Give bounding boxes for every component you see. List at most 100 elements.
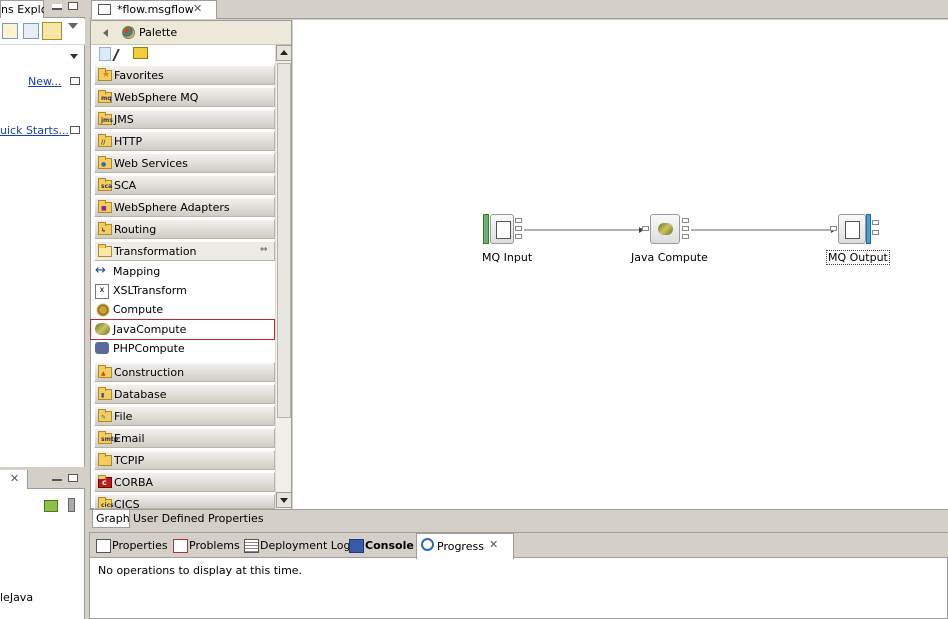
deployment-log-tab[interactable]: Deployment Log xyxy=(240,535,350,557)
properties-tab-label: Properties xyxy=(112,539,168,552)
editor-tab-flow[interactable]: *flow.msgflow ✕ xyxy=(91,0,217,19)
properties-icon xyxy=(96,539,111,553)
select-tool-icon[interactable] xyxy=(99,47,111,61)
palette-category-file[interactable]: ✎ File xyxy=(94,406,275,426)
quick-starts-link[interactable]: uick Starts... xyxy=(0,124,69,137)
palette-category-routing[interactable]: ↳ Routing xyxy=(94,219,275,239)
properties-tab[interactable]: Properties xyxy=(92,535,168,557)
progress-empty-message: No operations to display at this time. xyxy=(98,564,303,577)
palette-category-label: File xyxy=(114,410,133,423)
web-services-folder-icon: ● xyxy=(98,156,112,169)
palette-category-email[interactable]: smtp Email xyxy=(94,428,275,448)
palette-title: Palette xyxy=(139,26,178,39)
palette-category-cics[interactable]: cics CICS xyxy=(94,494,275,509)
compute-icon xyxy=(95,303,111,317)
palette-category-database[interactable]: ▮ Database xyxy=(94,384,275,404)
palette-category-construction[interactable]: ▲ Construction xyxy=(94,362,275,382)
maximize-icon[interactable] xyxy=(68,2,78,10)
minimize-icon[interactable] xyxy=(52,475,62,481)
progress-tab-label: Progress xyxy=(437,540,484,553)
scroll-up-icon[interactable] xyxy=(276,45,292,61)
terminal-icon xyxy=(515,226,522,231)
palette-item-mapping[interactable]: ↔ Mapping xyxy=(94,263,275,281)
close-icon[interactable]: ✕ xyxy=(489,538,498,551)
terminal-icon xyxy=(642,226,649,231)
link-editor-icon[interactable] xyxy=(42,22,62,40)
mq-output-node[interactable] xyxy=(830,214,880,246)
view-menu-icon[interactable] xyxy=(68,23,78,29)
left-bottom-tab[interactable]: ✕ xyxy=(0,470,28,489)
left-view-top: ns Explor New... uick Starts... xyxy=(0,0,85,467)
scroll-thumb[interactable] xyxy=(277,63,291,418)
mq-folder-icon: mq xyxy=(98,90,112,103)
palette-item-label: JavaCompute xyxy=(113,323,187,336)
terminal-icon xyxy=(682,226,689,231)
section-maximize-icon[interactable] xyxy=(70,77,80,85)
mq-input-node[interactable] xyxy=(483,214,525,246)
terminal-icon xyxy=(830,226,837,231)
progress-tab[interactable]: Progress ✕ xyxy=(416,533,514,559)
palette-category-corba[interactable]: c CORBA xyxy=(94,472,275,492)
problems-tab[interactable]: Problems xyxy=(169,535,240,557)
terminal-icon xyxy=(515,234,522,239)
palette-item-compute[interactable]: Compute xyxy=(94,301,275,319)
palette-category-web-services[interactable]: ● Web Services xyxy=(94,153,275,173)
terminal-icon xyxy=(872,220,879,225)
palette-category-http[interactable]: // HTTP xyxy=(94,131,275,151)
palette-scrollbar[interactable] xyxy=(275,45,292,509)
minimize-icon[interactable] xyxy=(52,4,62,10)
palette-category-tcpip[interactable]: TCPIP xyxy=(94,450,275,470)
close-icon[interactable]: ✕ xyxy=(193,2,202,15)
palette-category-websphere-adapters[interactable]: ■ WebSphere Adapters xyxy=(94,197,275,217)
udp-tab-label: User Defined Properties xyxy=(133,512,264,525)
left-view-bottom: ✕ leJava xyxy=(0,470,85,619)
scroll-down-icon[interactable] xyxy=(276,492,292,508)
user-defined-properties-tab[interactable]: User Defined Properties xyxy=(130,510,264,528)
database-folder-icon: ▮ xyxy=(98,387,112,400)
palette-category-label: WebSphere MQ xyxy=(114,91,199,104)
close-icon[interactable]: ✕ xyxy=(10,472,19,485)
dropdown-icon[interactable] xyxy=(70,54,78,59)
palette-item-label: Mapping xyxy=(113,265,161,278)
routing-folder-icon: ↳ xyxy=(98,222,112,235)
palette-category-websphere-mq[interactable]: mq WebSphere MQ xyxy=(94,87,275,107)
sash-vertical[interactable] xyxy=(85,0,89,619)
problems-icon xyxy=(173,539,188,553)
palette-category-label: JMS xyxy=(114,113,134,126)
drag-handle-icon[interactable]: ⇔ xyxy=(260,245,268,255)
palette-category-favorites[interactable]: ★ Favorites xyxy=(94,65,275,85)
stop-server-icon[interactable] xyxy=(68,498,75,512)
graph-tab[interactable]: Graph xyxy=(92,510,130,528)
maximize-icon[interactable] xyxy=(68,474,78,482)
section-maximize-icon[interactable] xyxy=(70,126,80,134)
msgflow-file-icon xyxy=(98,4,111,15)
mq-input-icon xyxy=(490,214,514,244)
php-compute-icon xyxy=(95,342,109,354)
palette-item-xsltransform[interactable]: x XSLTransform xyxy=(94,282,275,300)
collapse-all-icon[interactable] xyxy=(23,23,39,39)
refresh-icon[interactable] xyxy=(2,23,18,39)
palette-item-label: XSLTransform xyxy=(113,284,187,297)
palette-item-phpcompute[interactable]: PHPCompute xyxy=(94,340,275,358)
mq-output-label: MQ Output xyxy=(826,250,890,265)
palette-item-javacompute[interactable]: JavaCompute xyxy=(90,319,275,340)
note-tool-icon[interactable] xyxy=(133,47,148,59)
flow-canvas[interactable]: MQ Input Java Compute MQ Output xyxy=(293,20,948,509)
palette-category-transformation[interactable]: Transformation ⇔ xyxy=(94,241,275,261)
new-link[interactable]: New... xyxy=(28,75,61,88)
java-compute-node-icon xyxy=(650,214,680,244)
palette-category-jms[interactable]: jms JMS xyxy=(94,109,275,129)
palette-category-label: SCA xyxy=(114,179,137,192)
java-compute-node[interactable] xyxy=(642,214,692,246)
mq-input-label: MQ Input xyxy=(482,251,533,264)
connection-tool-icon[interactable] xyxy=(112,49,126,61)
palette-category-label: Transformation xyxy=(114,245,197,258)
left-view-tabbar-bg xyxy=(44,0,85,18)
palette-collapse-icon[interactable] xyxy=(103,29,108,37)
palette-category-sca[interactable]: sca SCA xyxy=(94,175,275,195)
palette-category-label: Web Services xyxy=(114,157,188,170)
console-tab[interactable]: Console xyxy=(345,535,415,557)
publish-icon[interactable] xyxy=(44,500,58,512)
project-explorer-tab[interactable]: ns Explor xyxy=(0,0,52,18)
favorites-folder-icon: ★ xyxy=(98,68,112,81)
